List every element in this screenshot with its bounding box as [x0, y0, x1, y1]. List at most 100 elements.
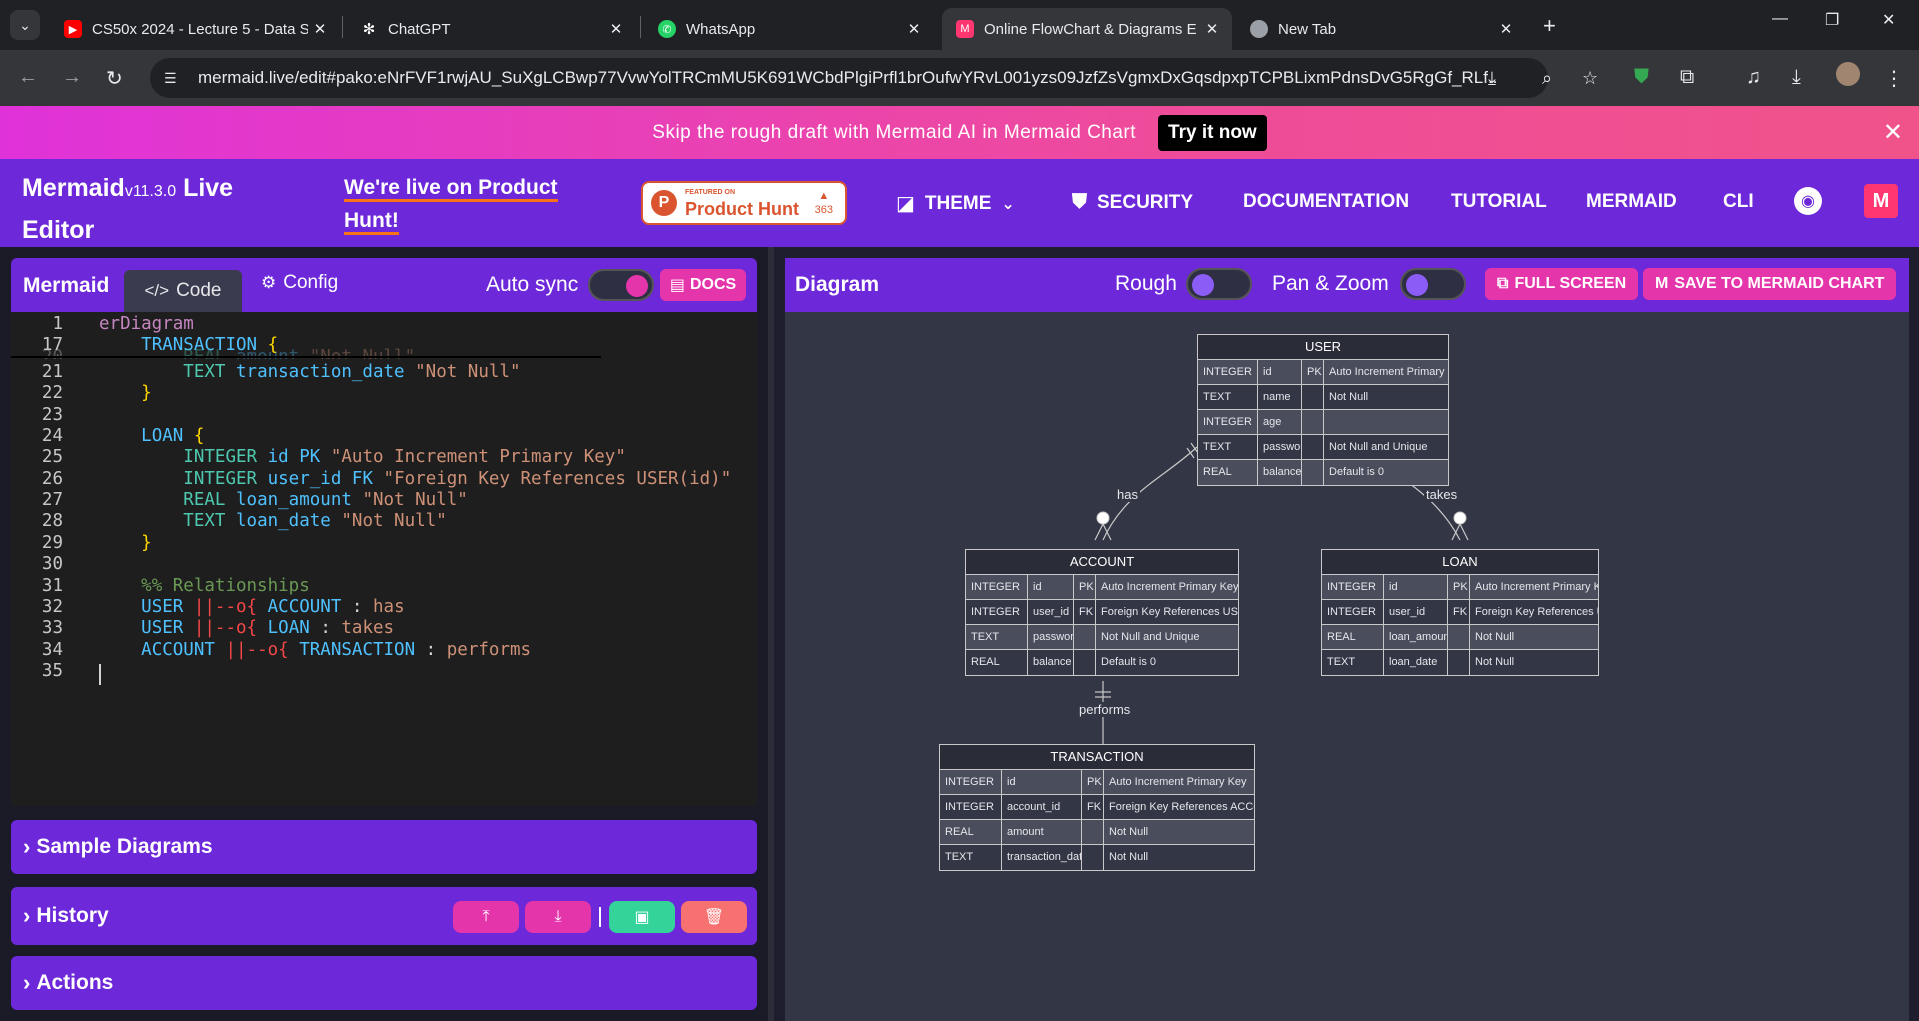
- docs-button[interactable]: ▤ DOCS: [660, 269, 746, 301]
- minimize-icon[interactable]: —: [1772, 10, 1788, 28]
- upload-button[interactable]: ⤒: [453, 901, 519, 933]
- code-text[interactable]: INTEGER id PK "Auto Increment Primary Ke…: [99, 447, 626, 468]
- code-line[interactable]: 28 TEXT loan_date "Not Null": [11, 511, 757, 532]
- code-line[interactable]: 24 LOAN {: [11, 426, 757, 447]
- code-line[interactable]: 26 INTEGER user_id FK "Foreign Key Refer…: [11, 469, 757, 490]
- restore-icon[interactable]: ❐: [1825, 10, 1839, 30]
- close-icon[interactable]: ✕: [308, 20, 332, 38]
- nav-theme[interactable]: ◪ THEME ⌄: [896, 191, 1015, 216]
- window-close-icon[interactable]: ✕: [1882, 10, 1895, 30]
- code-line[interactable]: 33 USER ||--o{ LOAN : takes: [11, 618, 757, 639]
- tab-search-button[interactable]: ⌄: [10, 10, 40, 40]
- tab-code[interactable]: </> Code: [124, 270, 242, 312]
- history-panel[interactable]: › History ⤒ ⤓ ▣ 🗑: [11, 887, 757, 945]
- product-hunt-badge[interactable]: P FEATURED ON Product Hunt ▲ 363: [641, 181, 847, 225]
- close-icon[interactable]: ✕: [1494, 20, 1518, 38]
- code-line[interactable]: 34 ACCOUNT ||--o{ TRANSACTION : performs: [11, 640, 757, 661]
- full-screen-button[interactable]: ⧉ FULL SCREEN: [1485, 268, 1639, 300]
- diagram-canvas[interactable]: has takes performs USER INTEGER id PK Auto I…: [785, 312, 1909, 1021]
- new-tab-button[interactable]: +: [1543, 13, 1556, 39]
- code-line[interactable]: 35: [11, 661, 757, 682]
- install-icon[interactable]: ⤓: [1488, 68, 1496, 89]
- code-text[interactable]: USER ||--o{ ACCOUNT : has: [99, 597, 404, 618]
- product-hunt-link[interactable]: We're live on Product Hunt!: [344, 171, 584, 237]
- code-line[interactable]: 25 INTEGER id PK "Auto Increment Primary…: [11, 447, 757, 468]
- shield-extension-icon[interactable]: ⛊: [1634, 66, 1649, 89]
- forward-icon[interactable]: →: [62, 66, 82, 89]
- more-menu-icon[interactable]: ⋮: [1884, 66, 1904, 91]
- site-info-icon[interactable]: ☰: [164, 70, 186, 87]
- panzoom-toggle[interactable]: [1400, 268, 1466, 300]
- close-icon[interactable]: ✕: [604, 20, 628, 38]
- diagram-title: Diagram: [795, 273, 880, 296]
- code-text[interactable]: }: [99, 533, 152, 554]
- close-icon[interactable]: ✕: [1883, 118, 1903, 147]
- history-label[interactable]: › History: [23, 903, 109, 929]
- bookmark-star-icon[interactable]: ☆: [1582, 68, 1598, 89]
- code-text[interactable]: TEXT loan_date "Not Null": [99, 511, 446, 532]
- code-line[interactable]: 22 }: [11, 383, 757, 404]
- download-button[interactable]: ⤓: [525, 901, 591, 933]
- code-text[interactable]: USER ||--o{ LOAN : takes: [99, 618, 394, 639]
- entity-transaction[interactable]: TRANSACTION INTEGER id PK Auto Increment Pri…: [939, 744, 1255, 871]
- save-history-button[interactable]: ▣: [609, 901, 675, 933]
- code-text[interactable]: %% Relationships: [99, 576, 310, 597]
- close-icon[interactable]: ✕: [1200, 20, 1224, 38]
- actions-panel[interactable]: › Actions: [11, 956, 757, 1010]
- entity-account[interactable]: ACCOUNT INTEGER id PK Auto Increment Primary…: [965, 549, 1239, 676]
- code-text[interactable]: TEXT transaction_date "Not Null": [99, 362, 520, 383]
- nav-documentation[interactable]: DOCUMENTATION: [1243, 191, 1409, 213]
- extensions-icon[interactable]: ⧉: [1680, 66, 1694, 89]
- actions-label[interactable]: › Actions: [23, 970, 113, 996]
- zoom-icon[interactable]: ⌕: [1542, 68, 1552, 89]
- entity-attribute-row: INTEGERidPK Auto Increment Primary Key: [1198, 360, 1448, 385]
- code-line[interactable]: 30: [11, 554, 757, 575]
- browser-tab-chatgpt[interactable]: ✻ ChatGPT ✕: [346, 8, 636, 50]
- code-line[interactable]: 21 TEXT transaction_date "Not Null": [11, 362, 757, 383]
- code-line[interactable]: 27 REAL loan_amount "Not Null": [11, 490, 757, 511]
- entity-loan[interactable]: LOANINTEGERidPKAuto Increment Primary Ke…: [1321, 549, 1599, 676]
- save-to-mermaid-chart-button[interactable]: M SAVE TO MERMAID CHART: [1643, 268, 1897, 300]
- sample-diagrams-label[interactable]: › Sample Diagrams: [23, 834, 213, 860]
- entity-user[interactable]: USERINTEGERidPKAuto Increment Primary Ke…: [1197, 334, 1449, 486]
- github-icon[interactable]: ◉: [1794, 187, 1822, 215]
- browser-tab-whatsapp[interactable]: ✆ WhatsApp ✕: [644, 8, 934, 50]
- code-text[interactable]: ACCOUNT ||--o{ TRANSACTION : performs: [99, 640, 531, 661]
- code-line[interactable]: 23: [11, 405, 757, 426]
- try-it-now-button[interactable]: Try it now: [1158, 114, 1267, 151]
- code-line[interactable]: 32 USER ||--o{ ACCOUNT : has: [11, 597, 757, 618]
- nav-security[interactable]: ⛊ SECURITY: [1072, 191, 1193, 214]
- code-text[interactable]: INTEGER user_id FK "Foreign Key Referenc…: [99, 469, 731, 490]
- omnibox[interactable]: ☰ mermaid.live/edit#pako:eNrFVF1rwjAU_Su…: [150, 58, 1598, 98]
- rough-toggle[interactable]: [1186, 268, 1252, 300]
- mermaid-chart-logo-icon[interactable]: M: [1864, 184, 1898, 218]
- reload-icon[interactable]: ↻: [106, 66, 123, 91]
- browser-tab-cs50[interactable]: ▶ CS50x 2024 - Lecture 5 - Data S ✕: [50, 8, 340, 50]
- code-text[interactable]: REAL loan_amount "Not Null": [99, 490, 468, 511]
- url-text[interactable]: mermaid.live/edit#pako:eNrFVF1rwjAU_SuXg…: [198, 68, 1498, 88]
- nav-cli[interactable]: CLI: [1723, 191, 1754, 213]
- browser-tab-newtab[interactable]: New Tab ✕: [1236, 8, 1526, 50]
- avatar[interactable]: [1836, 62, 1860, 86]
- nav-mermaid[interactable]: MERMAID: [1586, 191, 1677, 213]
- close-icon[interactable]: ✕: [902, 20, 926, 38]
- delete-history-button[interactable]: 🗑: [681, 901, 747, 933]
- attribute-type: REAL: [1322, 625, 1384, 649]
- back-icon[interactable]: ←: [18, 66, 38, 89]
- nav-tutorial[interactable]: TUTORIAL: [1451, 191, 1547, 213]
- code-line[interactable]: 31 %% Relationships: [11, 576, 757, 597]
- attribute-type: TEXT: [966, 625, 1028, 649]
- code-text[interactable]: }: [99, 383, 152, 404]
- code-text[interactable]: LOAN {: [99, 426, 204, 447]
- code-text[interactable]: erDiagram: [99, 314, 194, 335]
- autosync-toggle[interactable]: [588, 269, 654, 301]
- code-editor[interactable]: 1 erDiagram 17 TRANSACTION {20 REAL amount…: [11, 312, 757, 806]
- code-line[interactable]: 29 }: [11, 533, 757, 554]
- downloads-icon[interactable]: ⤓: [1792, 66, 1801, 89]
- browser-tab-mermaid[interactable]: M Online FlowChart & Diagrams E ✕: [942, 8, 1232, 50]
- sample-diagrams-panel[interactable]: › Sample Diagrams: [11, 820, 757, 874]
- brand-title[interactable]: Mermaidv11.3.0 Live Editor: [22, 169, 252, 249]
- tab-config[interactable]: ⚙ Config: [261, 272, 338, 294]
- media-icon[interactable]: ♫: [1746, 66, 1761, 89]
- code-line[interactable]: 1 erDiagram: [11, 314, 757, 335]
